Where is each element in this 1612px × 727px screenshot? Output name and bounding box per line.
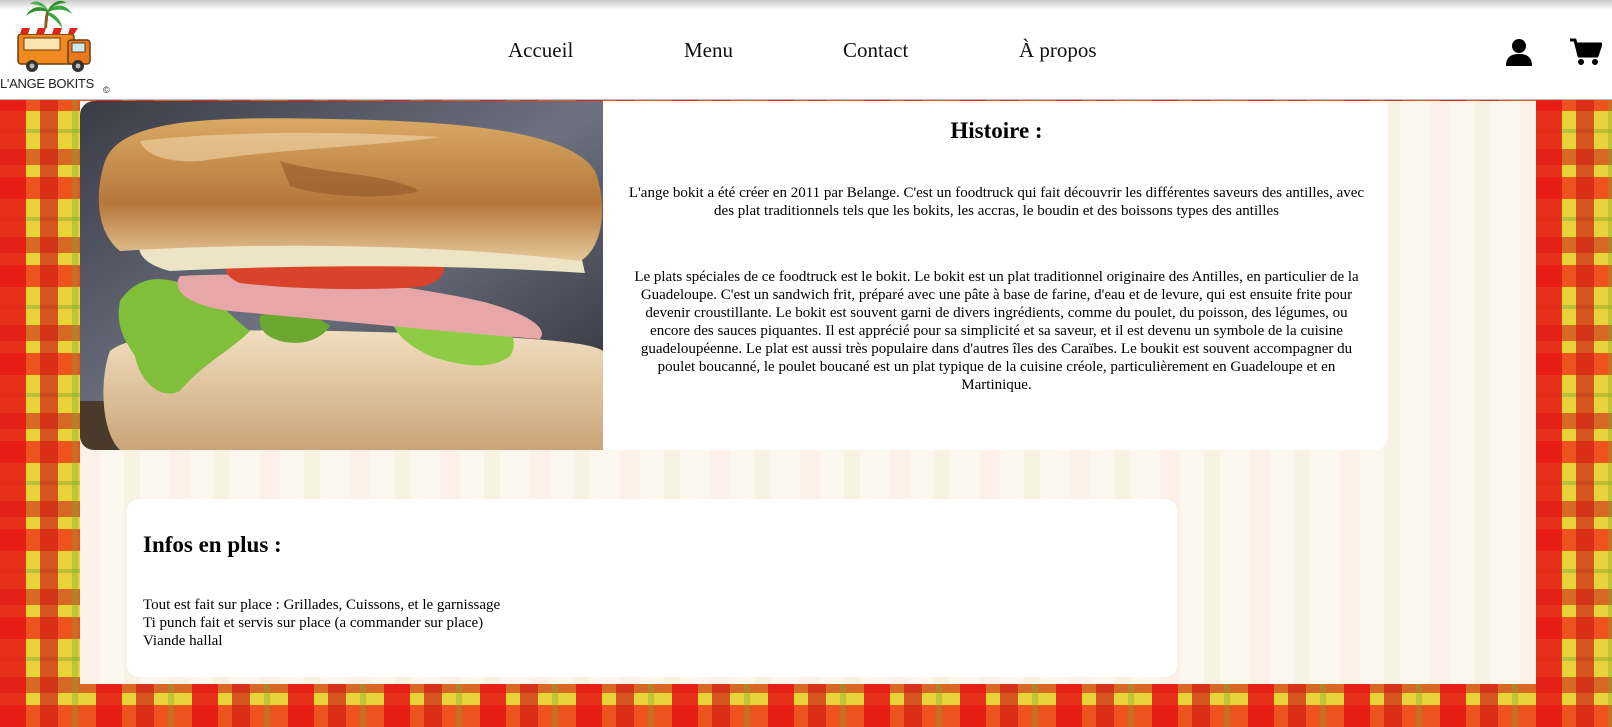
copyright-mark: © xyxy=(103,85,110,95)
brand-logo[interactable]: L'ANGE BOKITS © xyxy=(0,0,116,98)
nav-link-contact[interactable]: Contact xyxy=(843,38,908,63)
list-item: Ti punch fait et servis sur place (a com… xyxy=(143,615,484,631)
list-item: Viande hallal xyxy=(143,633,223,649)
infos-list: Tout est fait sur place : Grillades, Cui… xyxy=(143,596,500,650)
site-header: L'ANGE BOKITS © Accueil Menu Contact À p… xyxy=(0,0,1612,100)
infos-heading: Infos en plus : xyxy=(143,532,282,557)
food-truck-logo-icon xyxy=(12,0,91,72)
nav-link-accueil[interactable]: Accueil xyxy=(508,38,573,63)
bokit-sandwich-image xyxy=(80,101,603,450)
histoire-heading: Histoire : xyxy=(950,118,1043,143)
list-item: Tout est fait sur place : Grillades, Cui… xyxy=(143,597,501,613)
cart-icon[interactable] xyxy=(1570,38,1603,66)
histoire-card: Histoire : L'ange bokit a été créer en 2… xyxy=(80,101,1388,450)
histoire-paragraph-1: L'ange bokit a été créer en 2011 par Bel… xyxy=(628,185,1365,219)
nav-link-a-propos[interactable]: À propos xyxy=(1019,38,1097,63)
brand-name: L'ANGE BOKITS xyxy=(0,76,94,91)
nav-link-menu[interactable]: Menu xyxy=(684,38,733,63)
histoire-paragraph-2: Le plats spéciales de ce foodtruck est l… xyxy=(634,269,1359,393)
infos-card: Infos en plus : Tout est fait sur place … xyxy=(127,499,1177,677)
user-icon[interactable] xyxy=(1506,38,1532,66)
main-panel: Histoire : L'ange bokit a été créer en 2… xyxy=(80,101,1536,684)
